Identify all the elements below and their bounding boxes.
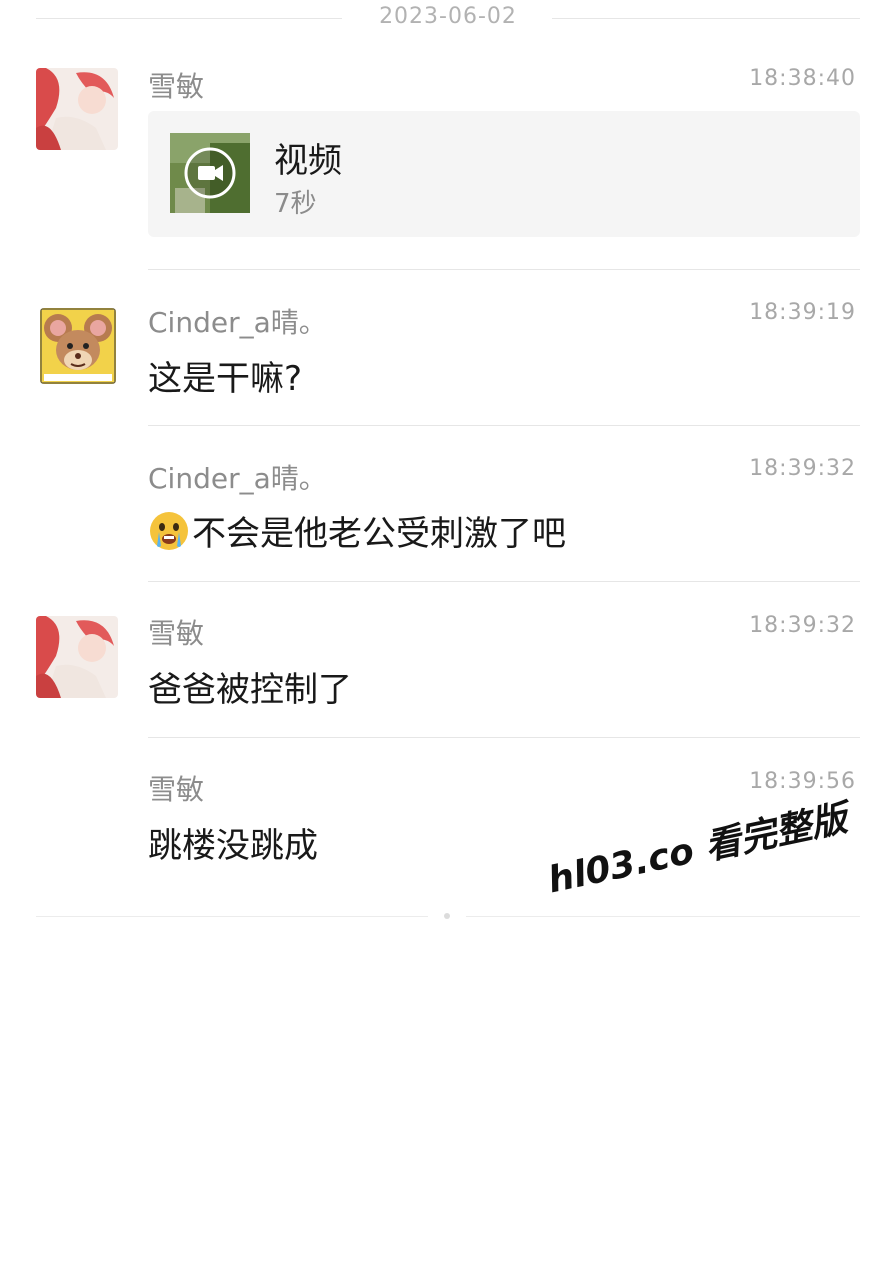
avatar-xuemin[interactable]	[36, 616, 118, 698]
divider-line	[552, 18, 860, 19]
video-duration: 7秒	[274, 189, 317, 219]
message-text: 这是干嘛?	[148, 359, 303, 399]
avatar-image	[36, 68, 118, 150]
video-thumbnail	[170, 133, 250, 213]
chat-message: Cinder_a晴。 18:39:32 不会是他老公受刺激了吧	[0, 446, 896, 582]
sender-name: Cinder_a晴。	[148, 306, 327, 339]
avatar-xuemin[interactable]	[36, 68, 118, 150]
message-time: 18:39:32	[749, 456, 856, 481]
avatar-image	[40, 308, 116, 384]
separator-dot	[444, 913, 450, 919]
message-text: 不会是他老公受刺激了吧	[192, 514, 566, 554]
avatar-cinder[interactable]	[40, 308, 116, 384]
message-divider	[148, 425, 860, 426]
date-label: 2023-06-02	[379, 4, 517, 29]
sender-name: 雪敏	[148, 70, 205, 103]
sender-name: 雪敏	[148, 617, 205, 650]
message-time: 18:39:19	[749, 300, 856, 325]
message-time: 18:39:32	[749, 613, 856, 638]
divider-line	[36, 916, 428, 917]
message-divider	[148, 581, 860, 582]
message-content: 不会是他老公受刺激了吧	[148, 506, 566, 561]
avatar-image	[36, 616, 118, 698]
end-separator	[36, 913, 860, 919]
video-camera-icon	[198, 165, 223, 181]
chat-message: 雪敏 18:39:32 爸爸被控制了	[0, 602, 896, 738]
divider-line	[466, 916, 860, 917]
chat-message: 雪敏 18:38:40 视频 7秒	[0, 60, 896, 270]
message-text: 爸爸被控制了	[148, 670, 352, 710]
video-title: 视频	[274, 141, 342, 181]
chat-message: Cinder_a晴。 18:39:19 这是干嘛?	[0, 290, 896, 426]
sender-name: 雪敏	[148, 773, 205, 806]
crying-face-icon	[148, 510, 190, 561]
message-divider	[148, 737, 860, 738]
date-separator: 2023-06-02	[36, 0, 860, 38]
video-message-card[interactable]: 视频 7秒	[148, 111, 860, 237]
sender-name: Cinder_a晴。	[148, 462, 327, 495]
message-time: 18:38:40	[749, 66, 856, 91]
message-divider	[148, 269, 860, 270]
message-text: 跳楼没跳成	[148, 826, 318, 866]
